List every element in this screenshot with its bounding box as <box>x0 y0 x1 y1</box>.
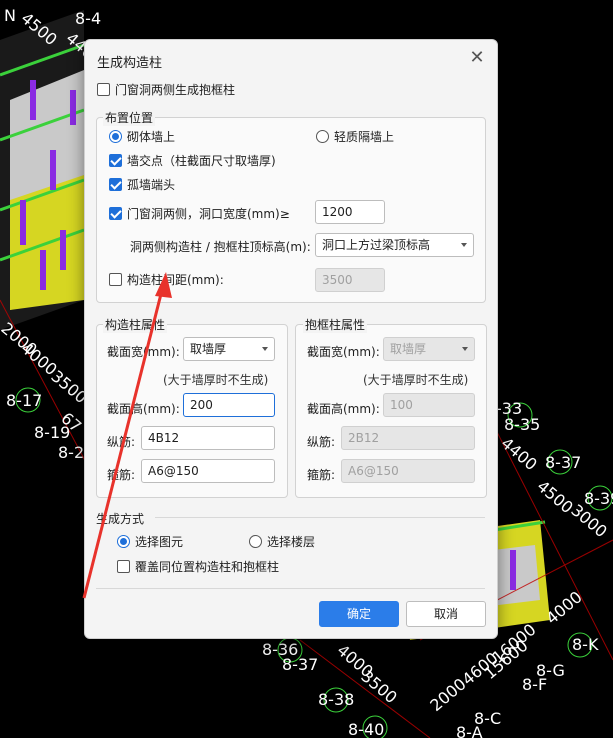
spacing-checkbox[interactable]: 构造柱间距(mm): <box>109 271 224 288</box>
col-stirrup-input[interactable]: A6@150 <box>141 459 275 483</box>
frame-height-input[interactable]: 100 <box>383 393 475 417</box>
checkbox-label: 门窗洞两侧生成抱框柱 <box>115 83 236 97</box>
frame-width-note: (大于墙厚时不生成) <box>363 373 469 387</box>
building-model-left <box>0 10 85 330</box>
footer-divider <box>96 588 485 589</box>
axis-label: 8-2 <box>58 443 84 462</box>
overwrite-checkbox[interactable]: 覆盖同位置构造柱和抱框柱 <box>117 558 279 575</box>
frame-stirrup-input[interactable]: A6@150 <box>341 459 475 483</box>
cancel-button[interactable]: 取消 <box>406 601 486 627</box>
masonry-radio[interactable]: 砌体墙上 <box>109 128 175 145</box>
generate-column-dialog: 生成构造柱 ✕ 门窗洞两侧生成抱框柱 布置位置 砌体墙上 轻质隔墙上 墙交点（柱… <box>84 39 498 639</box>
frame-stirrup-label: 箍筋: <box>307 468 336 482</box>
axis-label: 4400 <box>497 434 540 475</box>
top-elevation-label: 洞两侧构造柱 / 抱框柱顶标高(m): <box>130 240 311 254</box>
frame-height-label: 截面高(mm): <box>307 402 380 416</box>
radio-label: 砌体墙上 <box>127 130 176 144</box>
frame-props-legend: 抱框柱属性 <box>303 316 368 333</box>
radio-dot[interactable] <box>249 535 262 548</box>
spacing-input[interactable]: 3500 <box>315 268 385 292</box>
col-long-bar-label: 纵筋: <box>107 435 136 449</box>
axis-label: 8-17 <box>6 391 42 410</box>
radio-label: 选择楼层 <box>267 535 316 549</box>
close-icon[interactable]: ✕ <box>467 48 487 68</box>
col-width-note: (大于墙厚时不生成) <box>163 373 269 387</box>
checkbox-box[interactable] <box>109 154 122 167</box>
isolated-wall-end-checkbox[interactable]: 孤墙端头 <box>109 176 175 193</box>
top-elevation-select[interactable]: 洞口上方过梁顶标高 <box>315 233 474 257</box>
radio-dot[interactable] <box>109 130 122 143</box>
axis-label: 8-K <box>572 635 599 654</box>
placement-legend: 布置位置 <box>103 109 156 126</box>
checkbox-label: 构造柱间距(mm): <box>127 273 224 287</box>
frame-width-select[interactable]: 取墙厚 <box>383 337 475 361</box>
checkbox-box[interactable] <box>109 178 122 191</box>
radio-dot[interactable] <box>316 130 329 143</box>
axis-label: 8-39 <box>584 489 613 508</box>
light-partition-radio[interactable]: 轻质隔墙上 <box>316 128 394 145</box>
radio-label: 选择图元 <box>135 535 184 549</box>
frame-long-bar-label: 纵筋: <box>307 435 336 449</box>
checkbox-box[interactable] <box>109 273 122 286</box>
door-window-frame-checkbox[interactable]: 门窗洞两侧生成抱框柱 <box>97 81 235 98</box>
checkbox-label: 门窗洞两侧，洞口宽度(mm)≥ <box>127 207 290 221</box>
axis-label: 8-40 <box>348 720 384 738</box>
radio-dot[interactable] <box>117 535 130 548</box>
checkbox-label: 墙交点（柱截面尺寸取墙厚) <box>127 154 276 168</box>
axis-label: 8-37 <box>282 655 318 674</box>
ok-button[interactable]: 确定 <box>319 601 399 627</box>
col-width-label: 截面宽(mm): <box>107 345 180 359</box>
radio-label: 轻质隔墙上 <box>334 130 395 144</box>
generate-divider <box>155 517 485 518</box>
axis-label: 3500 <box>357 667 400 708</box>
checkbox-label: 覆盖同位置构造柱和抱框柱 <box>135 560 280 574</box>
wall-intersection-checkbox[interactable]: 墙交点（柱截面尺寸取墙厚) <box>109 152 276 169</box>
opening-width-input[interactable]: 1200 <box>315 200 385 224</box>
col-height-label: 截面高(mm): <box>107 402 180 416</box>
checkbox-box[interactable] <box>109 207 122 220</box>
axis-label: 8-38 <box>318 690 354 709</box>
col-height-input[interactable]: 200 <box>183 393 275 417</box>
checkbox-label: 孤墙端头 <box>127 178 176 192</box>
col-stirrup-label: 箍筋: <box>107 468 136 482</box>
axis-label: 8-35 <box>504 415 540 434</box>
opening-sides-checkbox[interactable]: 门窗洞两侧，洞口宽度(mm)≥ <box>109 205 290 222</box>
frame-long-bar-input[interactable]: 2B12 <box>341 426 475 450</box>
frame-width-label: 截面宽(mm): <box>307 345 380 359</box>
col-long-bar-input[interactable]: 4B12 <box>141 426 275 450</box>
axis-label: 8-F <box>522 675 547 694</box>
generate-legend: 生成方式 <box>96 512 145 526</box>
checkbox-box[interactable] <box>117 560 130 573</box>
axis-label: N <box>4 6 16 25</box>
column-props-legend: 构造柱属性 <box>103 316 168 333</box>
col-width-select[interactable]: 取墙厚 <box>183 337 275 361</box>
checkbox-box[interactable] <box>97 83 110 96</box>
axis-label: 8-A <box>456 723 483 738</box>
select-floor-radio[interactable]: 选择楼层 <box>249 533 315 550</box>
axis-label: 8-4 <box>75 9 101 28</box>
select-element-radio[interactable]: 选择图元 <box>117 533 183 550</box>
axis-label: 8-37 <box>545 453 581 472</box>
dialog-title: 生成构造柱 <box>97 56 163 71</box>
